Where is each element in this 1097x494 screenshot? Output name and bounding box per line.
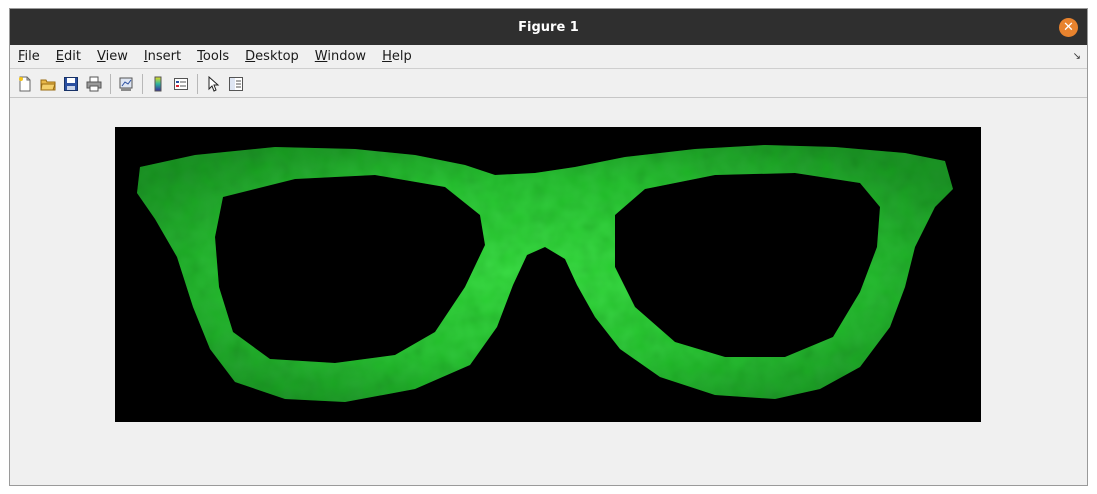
menu-desktop[interactable]: Desktop (237, 49, 307, 64)
dock-arrow-icon[interactable]: ↘ (1073, 51, 1081, 62)
open-file-icon[interactable] (37, 73, 59, 95)
title-bar[interactable]: Figure 1 ✕ (10, 9, 1087, 45)
link-plot-icon[interactable] (115, 73, 137, 95)
image-display (115, 127, 981, 422)
glasses-image (115, 127, 981, 422)
legend-icon[interactable] (170, 73, 192, 95)
save-icon[interactable] (60, 73, 82, 95)
colorbar-icon[interactable] (147, 73, 169, 95)
menu-file[interactable]: File (10, 49, 48, 64)
property-inspector-icon[interactable] (225, 73, 247, 95)
toolbar (10, 70, 1087, 98)
toolbar-separator (110, 73, 111, 94)
menu-view[interactable]: View (89, 49, 136, 64)
menu-bar: File Edit View Insert Tools Desktop Wind… (10, 45, 1087, 69)
menu-insert[interactable]: Insert (136, 49, 189, 64)
close-icon[interactable]: ✕ (1059, 18, 1078, 37)
menu-edit[interactable]: Edit (48, 49, 89, 64)
window-title: Figure 1 (518, 19, 579, 35)
edit-plot-pointer-icon[interactable] (202, 73, 224, 95)
menu-window[interactable]: Window (307, 49, 374, 64)
figure-window: Figure 1 ✕ File Edit View Insert Tools D… (9, 8, 1088, 486)
toolbar-separator (142, 73, 143, 94)
figure-canvas[interactable] (10, 99, 1087, 485)
new-figure-icon[interactable] (14, 73, 36, 95)
menu-help[interactable]: Help (374, 49, 420, 64)
menu-tools[interactable]: Tools (189, 49, 237, 64)
print-icon[interactable] (83, 73, 105, 95)
toolbar-separator (197, 73, 198, 94)
